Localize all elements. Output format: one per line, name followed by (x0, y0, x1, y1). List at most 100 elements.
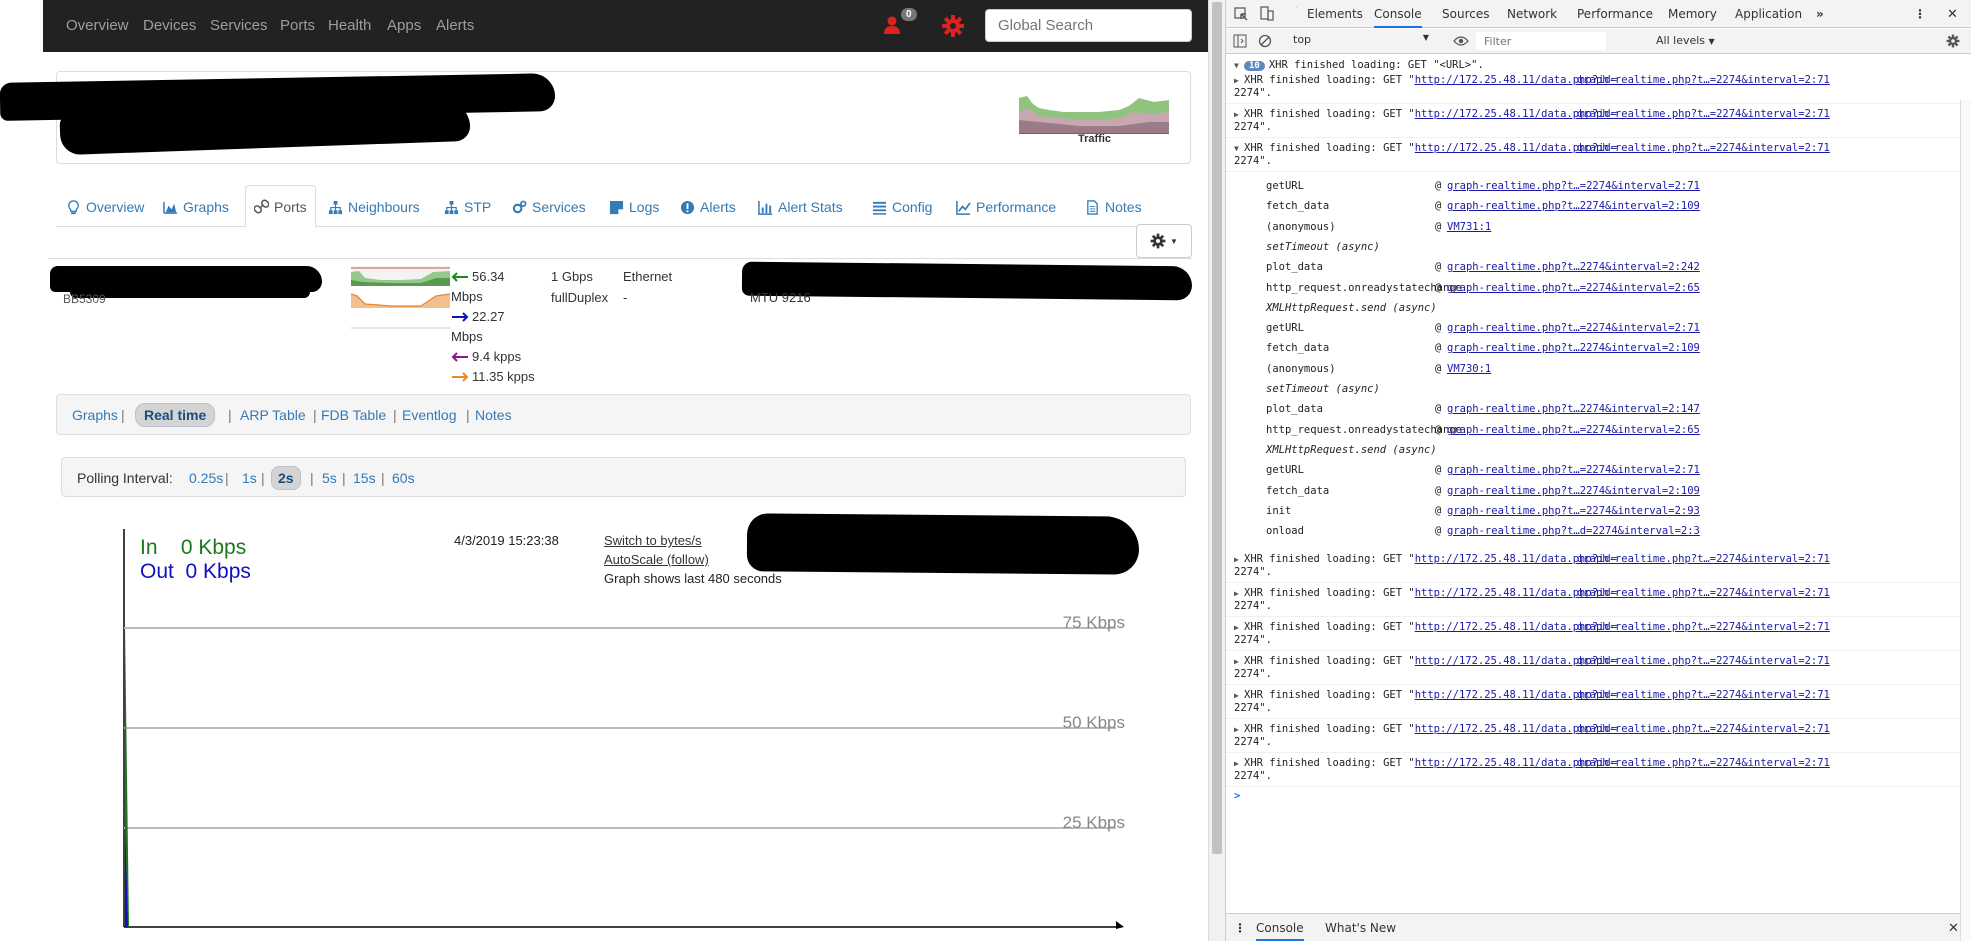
tab-neighbours[interactable]: Neighbours (328, 195, 420, 219)
poll-option-2s[interactable]: 2s (271, 466, 301, 490)
drawer-tab-whats-new[interactable]: What's New (1325, 921, 1396, 935)
devtools-tab-console[interactable]: Console (1374, 7, 1422, 28)
autoscale-link[interactable]: AutoScale (follow) (604, 552, 709, 567)
nav-services[interactable]: Services (210, 17, 268, 34)
scrollbar-thumb[interactable] (1212, 2, 1222, 854)
tab-overview[interactable]: Overview (66, 195, 144, 219)
nav-alerts[interactable]: Alerts (436, 17, 474, 34)
close-drawer-icon[interactable]: ✕ (1948, 921, 1959, 936)
tab-stp[interactable]: STP (444, 195, 491, 219)
stack-location-link[interactable]: graph-realtime.php?t…=2274&interval=2:71 (1447, 464, 1700, 476)
xhr-source-link[interactable]: graph-realtime.php?t…=2274&interval=2:71 (1577, 621, 1830, 633)
xhr-log-line[interactable]: ▶ XHR finished loading: GET "http://172.2… (1234, 108, 1830, 120)
xhr-source-link[interactable]: graph-realtime.php?t…=2274&interval=2:71 (1577, 587, 1830, 599)
device-toolbar-icon[interactable] (1259, 6, 1275, 22)
xhr-log-line[interactable]: ▶ XHR finished loading: GET "http://172.2… (1234, 74, 1830, 86)
stack-location-link[interactable]: graph-realtime.php?t…2274&interval=2:109 (1447, 485, 1700, 497)
more-tabs-icon[interactable]: » (1816, 7, 1824, 21)
settings-dropdown-button[interactable]: ▼ (1136, 224, 1192, 258)
drawer-menu-icon[interactable]: ⋮ (1234, 921, 1246, 935)
tab-alerts[interactable]: Alerts (680, 195, 736, 219)
xhr-source-link[interactable]: graph-realtime.php?t…=2274&interval=2:71 (1577, 757, 1830, 769)
nav-apps[interactable]: Apps (387, 17, 421, 34)
xhr-source-link[interactable]: graph-realtime.php?t…=2274&interval=2:71 (1577, 142, 1830, 154)
xhr-log-line[interactable]: ▼ XHR finished loading: GET "http://172.2… (1234, 142, 1830, 154)
xhr-log-line[interactable]: ▶ XHR finished loading: GET "http://172.2… (1234, 689, 1830, 701)
settings-gear-icon[interactable] (941, 14, 965, 38)
nav-ports[interactable]: Ports (280, 17, 315, 34)
user-alert-icon[interactable] (881, 14, 903, 36)
log-levels-dropdown[interactable]: All levels ▼ (1656, 34, 1715, 47)
port-mini-traffic-graph[interactable] (351, 266, 450, 330)
tab-services[interactable]: Services (512, 195, 586, 219)
drawer-tab-console[interactable]: Console (1256, 921, 1304, 941)
stack-location-link[interactable]: graph-realtime.php?t…=2274&interval=2:93 (1447, 505, 1700, 517)
subtab-eventlog[interactable]: Eventlog (402, 407, 456, 423)
stack-location-link[interactable]: graph-realtime.php?t…=2274&interval=2:65 (1447, 282, 1700, 294)
inspect-element-icon[interactable] (1233, 6, 1249, 22)
subtab-graphs[interactable]: Graphs (72, 407, 118, 423)
stack-location-link[interactable]: VM730:1 (1447, 363, 1491, 375)
global-search-input[interactable] (985, 9, 1192, 42)
poll-option-1s[interactable]: 1s (242, 470, 257, 486)
console-settings-icon[interactable] (1946, 34, 1960, 48)
stack-location-link[interactable]: graph-realtime.php?t…2274&interval=2:109 (1447, 342, 1700, 354)
stack-location-link[interactable]: graph-realtime.php?t…=2274&interval=2:65 (1447, 424, 1700, 436)
console-filter-input[interactable] (1476, 32, 1606, 50)
tab-ports[interactable]: Ports (245, 185, 316, 228)
stack-location-link[interactable]: graph-realtime.php?t…d=2274&interval=2:3 (1447, 525, 1700, 537)
sidebar-toggle-icon[interactable] (1233, 34, 1247, 48)
console-group-header[interactable]: ▼ 10 XHR finished loading: GET "<URL>". (1234, 59, 1484, 71)
kebab-menu-icon[interactable]: ⋮ (1914, 7, 1926, 21)
tab-logs[interactable]: Logs (609, 195, 659, 219)
stack-location-link[interactable]: graph-realtime.php?t…2274&interval=2:147 (1447, 403, 1700, 415)
xhr-log-line[interactable]: ▶ XHR finished loading: GET "http://172.2… (1234, 587, 1830, 599)
clear-console-icon[interactable] (1258, 34, 1272, 48)
xhr-log-line[interactable]: ▶ XHR finished loading: GET "http://172.2… (1234, 757, 1830, 769)
xhr-log-line[interactable]: ▶ XHR finished loading: GET "http://172.2… (1234, 655, 1830, 667)
xhr-source-link[interactable]: graph-realtime.php?t…=2274&interval=2:71 (1577, 74, 1830, 86)
xhr-source-link[interactable]: graph-realtime.php?t…=2274&interval=2:71 (1577, 723, 1830, 735)
tab-graphs[interactable]: Graphs (163, 195, 229, 219)
subtab-notes[interactable]: Notes (475, 407, 512, 423)
xhr-source-link[interactable]: graph-realtime.php?t…=2274&interval=2:71 (1577, 553, 1830, 565)
tab-notes[interactable]: Notes (1085, 195, 1142, 219)
stack-location-link[interactable]: graph-realtime.php?t…2274&interval=2:242 (1447, 261, 1700, 273)
xhr-source-link[interactable]: graph-realtime.php?t…=2274&interval=2:71 (1577, 689, 1830, 701)
devtools-tab-elements[interactable]: Elements (1307, 7, 1363, 21)
poll-option-15s[interactable]: 15s (353, 470, 376, 486)
traffic-thumbnail-graph[interactable] (1019, 88, 1169, 134)
poll-option-60s[interactable]: 60s (392, 470, 415, 486)
tab-alert-stats[interactable]: Alert Stats (758, 195, 843, 219)
page-scrollbar[interactable] (1208, 0, 1225, 941)
subtab-real-time[interactable]: Real time (135, 403, 216, 427)
nav-devices[interactable]: Devices (143, 17, 196, 34)
xhr-log-line[interactable]: ▶ XHR finished loading: GET "http://172.2… (1234, 621, 1830, 633)
tab-config[interactable]: Config (872, 195, 932, 219)
close-devtools-icon[interactable]: ✕ (1947, 7, 1958, 22)
xhr-log-line[interactable]: ▶ XHR finished loading: GET "http://172.2… (1234, 553, 1830, 565)
poll-option-0-25s[interactable]: 0.25s (189, 470, 223, 486)
stack-location-link[interactable]: graph-realtime.php?t…=2274&interval=2:71 (1447, 180, 1700, 192)
nav-overview[interactable]: Overview (66, 17, 129, 34)
devtools-tab-application[interactable]: Application (1735, 7, 1802, 21)
poll-option-5s[interactable]: 5s (322, 470, 337, 486)
stack-location-link[interactable]: graph-realtime.php?t…2274&interval=2:109 (1447, 200, 1700, 212)
devtools-tab-memory[interactable]: Memory (1668, 7, 1717, 21)
subtab-fdb-table[interactable]: FDB Table (321, 407, 386, 423)
tab-performance[interactable]: Performance (956, 195, 1056, 219)
xhr-source-link[interactable]: graph-realtime.php?t…=2274&interval=2:71 (1577, 108, 1830, 120)
console-prompt[interactable]: > (1234, 790, 1240, 802)
subtab-arp-table[interactable]: ARP Table (240, 407, 306, 423)
xhr-log-line[interactable]: ▶ XHR finished loading: GET "http://172.2… (1234, 723, 1830, 735)
nav-health[interactable]: Health (328, 17, 371, 34)
devtools-tab-sources[interactable]: Sources (1442, 7, 1489, 21)
switch-units-link[interactable]: Switch to bytes/s (604, 533, 702, 548)
xhr-source-link[interactable]: graph-realtime.php?t…=2274&interval=2:71 (1577, 655, 1830, 667)
context-selector[interactable]: top ▼ (1293, 33, 1433, 49)
devtools-tab-network[interactable]: Network (1507, 7, 1557, 21)
devtools-tab-performance[interactable]: Performance (1577, 7, 1653, 21)
eye-icon[interactable] (1453, 35, 1469, 47)
stack-location-link[interactable]: VM731:1 (1447, 221, 1491, 233)
stack-location-link[interactable]: graph-realtime.php?t…=2274&interval=2:71 (1447, 322, 1700, 334)
